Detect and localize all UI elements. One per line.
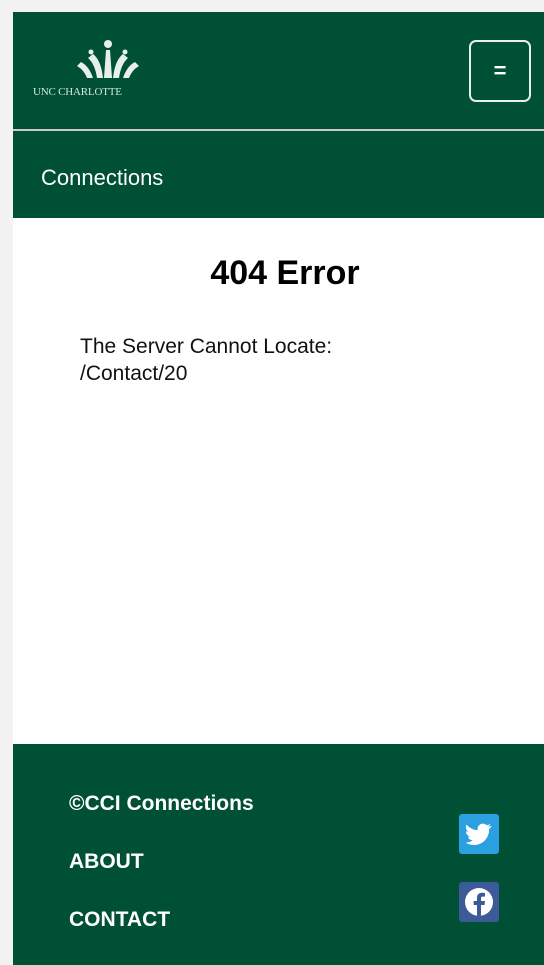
copyright-link[interactable]: ©CCI Connections (69, 792, 254, 816)
error-message-line-1: The Server Cannot Locate: (80, 335, 333, 358)
page-title: 404 Error (210, 254, 360, 292)
main-content: 404 Error The Server Cannot Locate: /Con… (13, 218, 544, 745)
crown-icon (77, 40, 139, 78)
logo-wordmark: UNC CHARLOTTE (33, 86, 122, 98)
menu-toggle-button[interactable]: = (469, 40, 531, 102)
site-footer: ©CCI Connections ABOUT CONTACT (13, 744, 544, 965)
about-link[interactable]: ABOUT (69, 850, 144, 874)
twitter-icon[interactable] (459, 814, 499, 854)
error-message: The Server Cannot Locate: /Contact/20 (80, 333, 332, 387)
top-header: UNC CHARLOTTE = (13, 12, 544, 131)
unc-charlotte-logo[interactable]: UNC CHARLOTTE (33, 38, 183, 104)
page-frame: UNC CHARLOTTE = Connections 404 Error Th… (13, 12, 544, 965)
site-title-bar: Connections (13, 131, 544, 218)
contact-link[interactable]: CONTACT (69, 908, 170, 932)
error-message-path: /Contact/20 (80, 362, 188, 385)
site-title-link[interactable]: Connections (41, 165, 163, 191)
facebook-icon[interactable] (459, 882, 499, 922)
